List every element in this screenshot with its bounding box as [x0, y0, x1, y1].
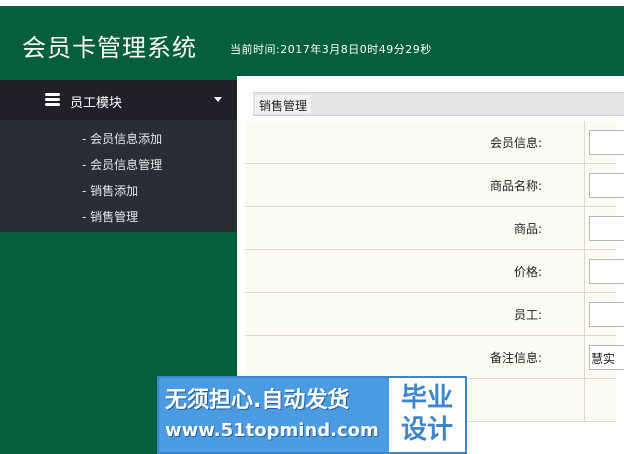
- sidebar-item-member-manage[interactable]: - 会员信息管理: [82, 156, 162, 173]
- caret-down-icon[interactable]: [214, 97, 222, 102]
- module-header-employee[interactable]: 员工模块: [0, 80, 237, 120]
- watermark-url: www.51topmind.com: [165, 420, 379, 441]
- sidebar-item-sales-manage[interactable]: - 销售管理: [82, 208, 138, 225]
- form-row-product: 商品:: [245, 207, 624, 250]
- price-input[interactable]: [589, 259, 624, 284]
- field-label: 价格:: [513, 265, 542, 279]
- watermark-slogan: 无须担心.自动发货: [165, 388, 350, 413]
- sidebar-item-sales-add[interactable]: - 销售添加: [82, 182, 138, 199]
- remarks-input[interactable]: 慧实: [589, 345, 624, 370]
- field-label: 商品:: [513, 222, 542, 236]
- field-label: 会员信息:: [489, 136, 542, 150]
- member-info-input[interactable]: [589, 130, 624, 155]
- form-row-member-info: 会员信息:: [245, 121, 624, 164]
- stack-icon: [45, 93, 60, 106]
- employee-input[interactable]: [589, 302, 624, 327]
- product-input[interactable]: [589, 216, 624, 241]
- sidebar-item-member-add[interactable]: - 会员信息添加: [82, 130, 162, 147]
- form-row-product-name: 商品名称:: [245, 164, 624, 207]
- field-label: 员工:: [513, 308, 542, 322]
- field-label: 商品名称:: [489, 179, 542, 193]
- watermark-banner: 无须担心.自动发货 www.51topmind.com 毕业 设计: [157, 376, 467, 454]
- module-label: 员工模块: [70, 96, 123, 111]
- watermark-badge: 毕业 设计: [389, 378, 465, 452]
- form-row-price: 价格:: [245, 250, 624, 293]
- current-time: 当前时间:2017年3月8日0时49分29秒: [230, 43, 432, 56]
- top-header: 会员卡管理系统 当前时间:2017年3月8日0时49分29秒: [0, 0, 624, 76]
- product-name-input[interactable]: [589, 173, 624, 198]
- app-title: 会员卡管理系统: [22, 34, 197, 62]
- breadcrumb-bar: 销售管理: [253, 92, 624, 116]
- breadcrumb: 销售管理: [255, 95, 312, 114]
- watermark-badge-line1: 毕业: [400, 383, 453, 413]
- sidebar-menu: 员工模块 - 会员信息添加 - 会员信息管理 - 销售添加 - 销售管理: [0, 80, 237, 232]
- watermark-badge-line2: 设计: [400, 415, 453, 445]
- form-row-employee: 员工:: [245, 293, 624, 336]
- form-row-remarks: 备注信息: 慧实: [245, 336, 624, 379]
- field-label: 备注信息:: [489, 351, 542, 365]
